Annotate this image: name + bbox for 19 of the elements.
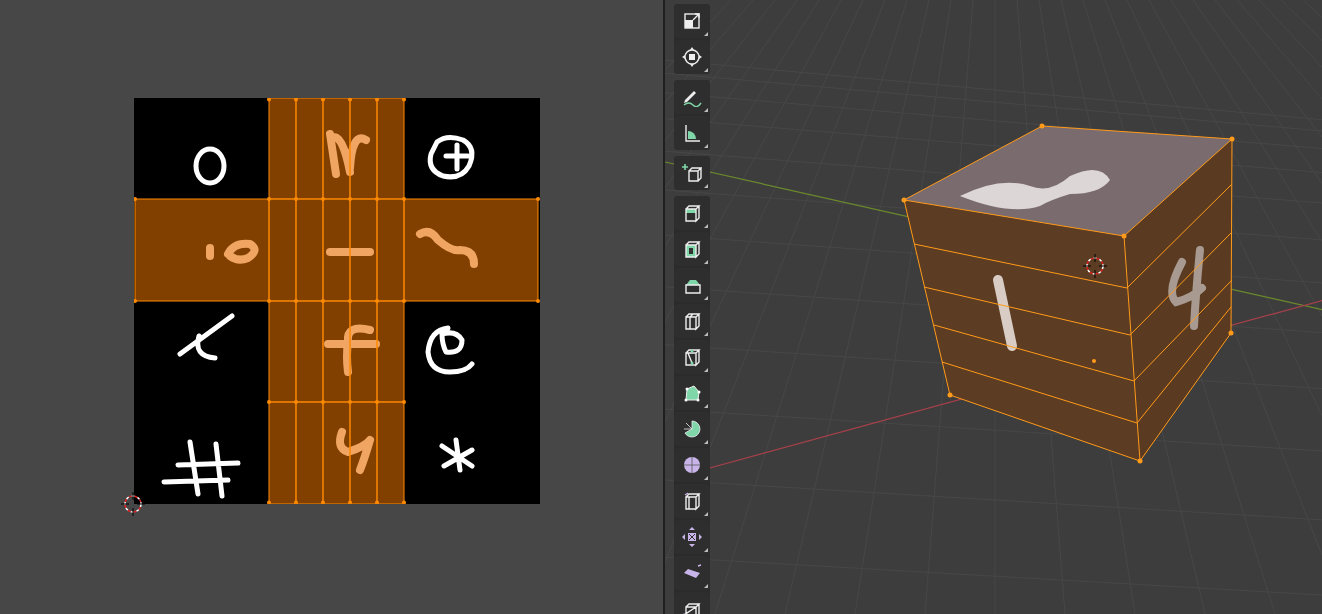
cursor-icon [1083,254,1107,278]
move-arrows-icon [682,527,702,547]
cube-top-icon [682,203,702,223]
cube-knife-icon [682,347,702,367]
transform-icon [682,47,702,67]
cube-inset-icon [682,239,702,259]
tool-button[interactable] [674,196,710,230]
tool-button[interactable] [674,156,710,190]
cube-cut-icon [682,311,702,331]
cube-slide-icon [682,491,702,511]
ruler-icon [682,123,702,143]
tool-button[interactable] [674,4,710,38]
cube-plus-icon [682,163,702,183]
cursor-icon [121,492,145,516]
sphere-icon [682,455,702,475]
polygon-icon [682,383,702,403]
tool-button[interactable] [674,80,710,114]
resize-icon [682,11,702,31]
spin-icon [682,419,702,439]
